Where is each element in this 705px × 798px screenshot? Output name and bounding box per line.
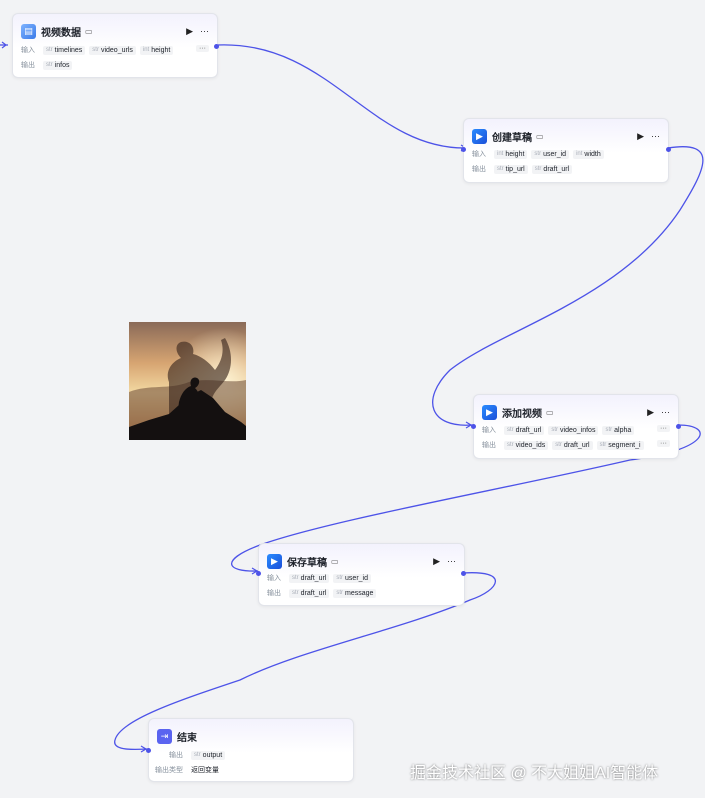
more-params-button[interactable]: ··· xyxy=(657,440,670,447)
output-param: str video_ids xyxy=(504,440,549,450)
output-port[interactable] xyxy=(666,147,671,152)
output-param: str segment_i xyxy=(596,440,644,450)
outputs-label: 输出 xyxy=(267,590,281,597)
input-port[interactable] xyxy=(461,147,466,152)
output-port[interactable] xyxy=(676,424,681,429)
doc-icon: ▭ xyxy=(85,26,93,36)
inputs-label: 输入 xyxy=(21,47,35,54)
inputs-label: 输入 xyxy=(482,427,496,434)
outputs-label: 输出 xyxy=(169,752,183,759)
node-title: 视频数据 xyxy=(41,27,81,39)
output-param: str message xyxy=(333,588,377,598)
node-save-draft[interactable]: ▶ 保存草稿 ▭ ▶ ··· 输入 str draft_url str user_i… xyxy=(256,543,466,606)
run-button-icon[interactable]: ▶ xyxy=(186,26,193,37)
input-param: str user_id xyxy=(333,573,371,583)
output-kind-value: 返回变量 xyxy=(191,767,219,774)
input-port[interactable] xyxy=(471,424,476,429)
input-port[interactable] xyxy=(146,748,151,753)
input-param: str draft_url xyxy=(289,573,330,583)
doc-icon: ▭ xyxy=(536,131,544,141)
input-param: str alpha xyxy=(602,425,635,435)
more-menu-icon[interactable]: ··· xyxy=(651,131,660,141)
node-video-data[interactable]: ▤ 视频数据 ▭ ▶ ··· 输入 str timelines str video_… xyxy=(12,13,219,78)
input-param: int height xyxy=(494,149,528,159)
node-title: 添加视频 xyxy=(502,408,542,420)
node-create-draft[interactable]: ▶ 创建草稿 ▭ ▶ ··· 输入 int height str user_id i… xyxy=(461,118,671,183)
input-param: str timelines xyxy=(43,45,86,55)
play-icon: ▶ xyxy=(482,404,497,420)
outputs-label: 输出 xyxy=(482,442,496,449)
input-param: int height xyxy=(139,45,174,55)
play-icon: ▶ xyxy=(472,128,487,144)
run-button-icon[interactable]: ▶ xyxy=(637,131,644,142)
node-title: 保存草稿 xyxy=(287,557,327,569)
input-param: str video_urls xyxy=(89,45,136,55)
input-param: str video_infos xyxy=(548,425,599,435)
inputs-label: 输入 xyxy=(267,575,281,582)
silhouette-photo xyxy=(129,322,246,440)
node-title: 结束 xyxy=(177,732,197,744)
edge-video-data-to-create-draft xyxy=(216,44,468,149)
node-add-video[interactable]: ▶ 添加视频 ▭ ▶ ··· 输入 str draft_url str video_… xyxy=(471,394,681,459)
output-param: str draft_url xyxy=(531,164,573,174)
output-param: str draft_url xyxy=(289,588,330,598)
more-menu-icon[interactable]: ··· xyxy=(447,556,456,566)
output-kind-label: 输出类型 xyxy=(155,767,183,774)
input-param: str draft_url xyxy=(504,425,545,435)
output-port[interactable] xyxy=(461,571,466,576)
exit-icon: ⇥ xyxy=(157,728,172,744)
doc-icon: ▭ xyxy=(331,556,339,566)
run-button-icon[interactable]: ▶ xyxy=(433,556,440,567)
input-port[interactable] xyxy=(256,571,261,576)
output-param: str draft_url xyxy=(552,440,593,450)
inputs-label: 输入 xyxy=(472,151,486,158)
output-port[interactable] xyxy=(214,44,219,49)
more-params-button[interactable]: ··· xyxy=(657,425,670,432)
node-end[interactable]: ⇥ 结束 输出 str output 输出类型 返回变量 xyxy=(146,718,354,782)
outputs-label: 输出 xyxy=(472,166,486,173)
outputs-label: 输出 xyxy=(21,62,35,69)
more-params-button[interactable]: ··· xyxy=(196,45,209,52)
edge-create-draft-to-add-video xyxy=(432,146,704,426)
play-icon: ▶ xyxy=(267,553,282,569)
doc-icon: ▭ xyxy=(546,407,554,417)
output-param: str infos xyxy=(43,60,73,70)
more-menu-icon[interactable]: ··· xyxy=(200,26,209,36)
output-param: str output xyxy=(191,750,226,760)
node-title: 创建草稿 xyxy=(492,132,532,144)
watermark-text: 掘金技术社区 @ 不大姐姐AI智能体 xyxy=(410,765,659,782)
input-param: int width xyxy=(573,149,604,159)
input-param: str user_id xyxy=(531,149,570,159)
database-icon: ▤ xyxy=(21,23,36,39)
run-button-icon[interactable]: ▶ xyxy=(647,407,654,418)
output-param: str tip_url xyxy=(494,164,528,174)
more-menu-icon[interactable]: ··· xyxy=(661,407,670,417)
